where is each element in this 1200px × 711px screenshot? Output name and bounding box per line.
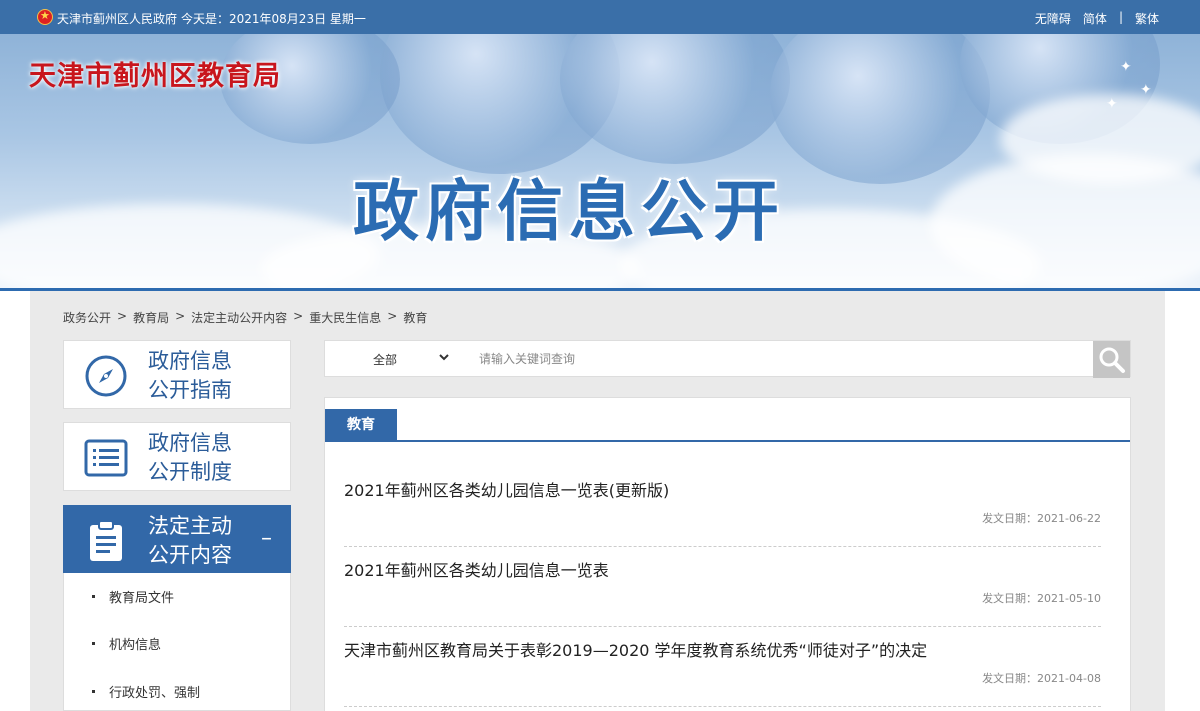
top-bar: 天津市蓟州区人民政府 今天是： 2021年08月23日 星期一 无障碍 简体 |… <box>0 0 1200 34</box>
submenu-item-administrative-penalty[interactable]: 行政处罚、强制 <box>92 682 200 701</box>
submenu-item-label: 教育局文件 <box>109 591 175 606</box>
news-title-link[interactable]: 天津市蓟州区教育局关于表彰2019—2020 学年度教育系统优秀“师徒对子”的决… <box>344 637 927 661</box>
submenu-item-organization-info[interactable]: 机构信息 <box>92 634 161 653</box>
clipboard-icon <box>90 520 122 561</box>
sidebar-item-disclosure-guide[interactable]: 政府信息 公开指南 <box>63 340 291 409</box>
date-value: 2021年08月23日 星期一 <box>229 12 366 26</box>
banner-title: 政府信息公开 <box>353 173 785 250</box>
search-scope-value: 全部 <box>373 353 398 367</box>
top-links: 无障碍 简体 | 繁体 <box>1035 10 1159 27</box>
sidebar-item-label: 政府信息 公开指南 <box>148 347 248 405</box>
rose-decoration <box>770 34 990 184</box>
accessibility-link[interactable]: 无障碍 <box>1035 10 1071 27</box>
list-item: 2021年蓟州区各类幼儿园信息一览表 发文日期：2021-05-10 <box>344 557 1101 627</box>
label-line: 公开制度 <box>148 460 232 484</box>
label-line: 公开内容 <box>148 543 232 567</box>
news-date: 发文日期：2021-05-10 <box>982 592 1101 605</box>
search-icon <box>1099 347 1125 373</box>
bullet-icon <box>92 595 95 598</box>
breadcrumb-item[interactable]: 法定主动公开内容 <box>191 309 287 326</box>
search-input[interactable] <box>479 347 1079 370</box>
date-label: 今天是： <box>181 12 230 26</box>
news-title-link[interactable]: 2021年蓟州区各类幼儿园信息一览表 <box>344 557 609 581</box>
breadcrumb: 政务公开 > 教育局 > 法定主动公开内容 > 重大民生信息 > 教育 <box>63 309 427 326</box>
search-button[interactable] <box>1093 341 1130 378</box>
list-icon <box>84 439 128 477</box>
sidebar-item-statutory-disclosure[interactable]: 法定主动 公开内容 – <box>63 505 291 574</box>
label-line: 公开指南 <box>148 378 232 402</box>
submenu-item-bureau-documents[interactable]: 教育局文件 <box>92 587 174 606</box>
compass-icon <box>85 355 127 397</box>
site-name-link[interactable]: 天津市蓟州区人民政府 <box>57 10 177 27</box>
submenu-item-label: 机构信息 <box>109 638 162 653</box>
breadcrumb-item-current[interactable]: 教育 <box>403 309 427 326</box>
news-date: 发文日期：2021-04-08 <box>982 672 1101 685</box>
banner: ✦ ✦ ✦ 天津市蓟州区教育局 政府信息公开 <box>0 34 1200 288</box>
chevron-down-icon <box>439 354 449 361</box>
news-date: 发文日期：2021-06-22 <box>982 512 1101 525</box>
bullet-icon <box>92 690 95 693</box>
news-panel: 教育 2021年蓟州区各类幼儿园信息一览表(更新版) 发文日期：2021-06-… <box>324 397 1131 711</box>
breadcrumb-separator: > <box>387 309 398 323</box>
rose-decoration <box>560 34 790 164</box>
list-item: 2021年蓟州区各类幼儿园信息一览表(更新版) 发文日期：2021-06-22 <box>344 477 1101 547</box>
submenu-item-label: 行政处罚、强制 <box>109 686 201 701</box>
panel-header: 教育 <box>325 409 1130 442</box>
dove-icon: ✦ <box>1140 82 1152 98</box>
search-scope-dropdown[interactable]: 全部 <box>325 341 465 376</box>
sidebar-submenu: 教育局文件 机构信息 行政处罚、强制 <box>63 573 291 711</box>
simplified-chinese-link[interactable]: 简体 <box>1083 10 1107 27</box>
label-line: 法定主动 <box>148 514 232 538</box>
sidebar-item-label: 法定主动 公开内容 <box>148 512 248 570</box>
dove-icon: ✦ <box>1106 96 1118 112</box>
label-line: 政府信息 <box>148 349 232 373</box>
traditional-chinese-link[interactable]: 繁体 <box>1135 10 1159 27</box>
breadcrumb-separator: > <box>175 309 186 323</box>
breadcrumb-separator: > <box>293 309 304 323</box>
label-line: 政府信息 <box>148 431 232 455</box>
news-title-link[interactable]: 2021年蓟州区各类幼儿园信息一览表(更新版) <box>344 477 669 501</box>
breadcrumb-item[interactable]: 教育局 <box>133 309 169 326</box>
bureau-logo-text[interactable]: 天津市蓟州区教育局 <box>29 54 281 93</box>
bullet-icon <box>92 642 95 645</box>
collapse-toggle[interactable]: – <box>261 526 272 551</box>
tab-education[interactable]: 教育 <box>325 409 397 442</box>
list-item: 天津市蓟州区教育局关于表彰2019—2020 学年度教育系统优秀“师徒对子”的决… <box>344 637 1101 707</box>
sidebar-item-label: 政府信息 公开制度 <box>148 429 248 487</box>
search-bar: 全部 <box>324 340 1131 378</box>
sidebar-item-disclosure-system[interactable]: 政府信息 公开制度 <box>63 422 291 491</box>
breadcrumb-item[interactable]: 政务公开 <box>63 309 111 326</box>
breadcrumb-item[interactable]: 重大民生信息 <box>309 309 381 326</box>
dove-icon: ✦ <box>1120 59 1132 75</box>
national-emblem-icon <box>37 9 53 25</box>
link-separator: | <box>1118 10 1123 24</box>
breadcrumb-separator: > <box>117 309 128 323</box>
